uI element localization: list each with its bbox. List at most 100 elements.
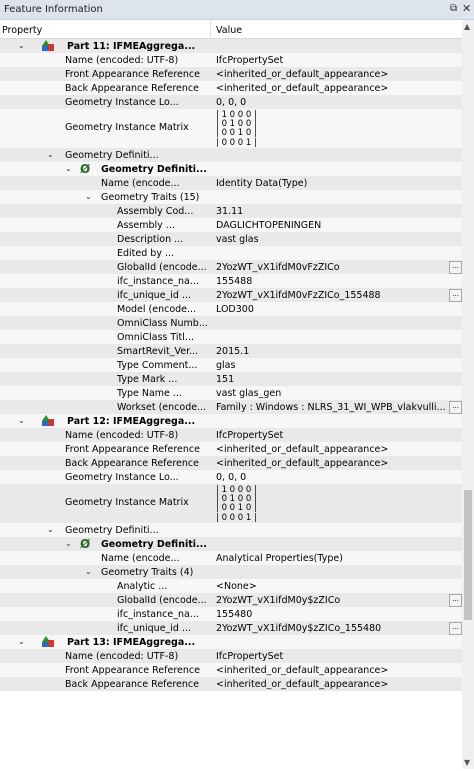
table-row[interactable]: GlobalId (encode... 2YozWT_vX1ifdM0vFzZIC… <box>0 260 462 274</box>
scroll-down-icon[interactable]: ▼ <box>464 758 470 767</box>
column-header: Property Value <box>0 20 462 39</box>
property-value: <inherited_or_default_appearance> <box>216 458 389 469</box>
property-value: IfcPropertySet <box>216 55 284 66</box>
property-value: Identity Data(Type) <box>216 178 308 189</box>
property-name: Geometry Instance Lo... <box>65 472 179 483</box>
table-row[interactable]: Analytic ... <None> <box>0 579 462 593</box>
property-name: Assembly ... <box>117 220 175 231</box>
property-value: 0, 0, 0 <box>216 97 247 108</box>
property-name: Geometry Definiti... <box>65 150 159 161</box>
property-tree: ⌄ Part 11: IFMEAggrega... Name (encoded: U… <box>0 39 462 769</box>
table-row[interactable]: ⌄ Ø Geometry Definiti... <box>0 537 462 551</box>
property-name: Name (encoded: UTF-8) <box>65 55 179 66</box>
table-row[interactable]: Name (encode... Identity Data(Type) <box>0 176 462 190</box>
close-icon[interactable]: ✕ <box>462 2 471 15</box>
table-row[interactable]: Back Appearance Reference <inherited_or_d… <box>0 81 462 95</box>
table-row[interactable]: Edited by ... <box>0 246 462 260</box>
expand-value-button[interactable]: ... <box>449 622 462 635</box>
table-row[interactable]: Name (encoded: UTF-8) IfcPropertySet <box>0 428 462 442</box>
fme-feature-icon <box>42 40 54 51</box>
table-row[interactable]: Front Appearance Reference <inherited_or_… <box>0 67 462 81</box>
table-row[interactable]: Type Comment... glas <box>0 358 462 372</box>
vertical-scrollbar[interactable]: ▲ ▼ <box>462 20 474 769</box>
property-value: <inherited_or_default_appearance> <box>216 69 389 80</box>
chevron-down-icon[interactable]: ⌄ <box>18 41 25 50</box>
expand-value-button[interactable]: ... <box>449 261 462 274</box>
fme-feature-icon <box>42 415 54 426</box>
table-row[interactable]: Front Appearance Reference <inherited_or_… <box>0 663 462 677</box>
table-row[interactable]: ⌄ Geometry Traits (15) <box>0 190 462 204</box>
property-value: 0, 0, 0 <box>216 472 247 483</box>
column-header-property[interactable]: Property <box>2 25 42 36</box>
table-row[interactable]: Type Mark ... 151 <box>0 372 462 386</box>
table-row[interactable]: Front Appearance Reference <inherited_or_… <box>0 442 462 456</box>
property-name: Type Comment... <box>117 360 198 371</box>
table-row[interactable]: Type Name ... vast glas_gen <box>0 386 462 400</box>
property-value: <inherited_or_default_appearance> <box>216 665 389 676</box>
chevron-down-icon[interactable]: ⌄ <box>65 539 72 548</box>
table-row[interactable]: ⌄ Geometry Definiti... <box>0 148 462 162</box>
table-row[interactable]: Geometry Instance Lo... 0, 0, 0 <box>0 470 462 484</box>
property-name: Geometry Definiti... <box>65 525 159 536</box>
property-value: | 1 0 0 0 | | 0 1 0 0 | | 0 0 1 0 | | 0 … <box>216 485 257 523</box>
property-name: Name (encode... <box>101 178 180 189</box>
float-panel-icon[interactable]: ⧉ <box>450 3 457 14</box>
property-name: Part 12: IFMEAggrega... <box>67 416 196 427</box>
property-name: ifc_instance_na... <box>117 276 199 287</box>
scrollbar-thumb[interactable] <box>464 490 472 620</box>
column-divider[interactable] <box>210 20 211 38</box>
table-row[interactable]: ifc_unique_id ... 2YozWT_vX1ifdM0y$zZICo_… <box>0 621 462 635</box>
property-name: Edited by ... <box>117 248 175 259</box>
table-row[interactable]: ⌄ Ø Geometry Definiti... <box>0 162 462 176</box>
table-row[interactable]: Assembly ... DAGLICHTOPENINGEN <box>0 218 462 232</box>
property-name: GlobalId (encode... <box>117 595 207 606</box>
table-row[interactable]: OmniClass Numb... <box>0 316 462 330</box>
table-row[interactable]: Name (encoded: UTF-8) IfcPropertySet <box>0 649 462 663</box>
property-value: vast glas <box>216 234 259 245</box>
chevron-down-icon[interactable]: ⌄ <box>18 637 25 646</box>
property-name: Geometry Definiti... <box>101 164 207 175</box>
scroll-up-icon[interactable]: ▲ <box>464 22 470 31</box>
table-row[interactable]: Name (encode... Analytical Properties(Typ… <box>0 551 462 565</box>
table-row[interactable]: Back Appearance Reference <inherited_or_d… <box>0 677 462 691</box>
table-row[interactable]: Description ... vast glas <box>0 232 462 246</box>
tree-node-part[interactable]: ⌄ Part 13: IFMEAggrega... <box>0 635 462 649</box>
table-row[interactable]: OmniClass Titl... <box>0 330 462 344</box>
table-row[interactable]: ifc_instance_na... 155480 <box>0 607 462 621</box>
expand-value-button[interactable]: ... <box>449 289 462 302</box>
panel-titlebar: Feature Information ⧉ ✕ <box>0 0 474 20</box>
table-row[interactable]: SmartRevit_Ver... 2015.1 <box>0 344 462 358</box>
table-row[interactable]: Name (encoded: UTF-8) IfcPropertySet <box>0 53 462 67</box>
table-row[interactable]: Workset (encode... Family : Windows : NLR… <box>0 400 462 414</box>
table-row[interactable]: ifc_instance_na... 155488 <box>0 274 462 288</box>
table-row[interactable]: ifc_unique_id ... 2YozWT_vX1ifdM0vFzZICo_… <box>0 288 462 302</box>
chevron-down-icon[interactable]: ⌄ <box>65 164 72 173</box>
chevron-down-icon[interactable]: ⌄ <box>47 150 54 159</box>
table-row[interactable]: Geometry Instance Matrix | 1 0 0 0 | | 0 … <box>0 109 462 148</box>
table-row[interactable]: GlobalId (encode... 2YozWT_vX1ifdM0y$zZIC… <box>0 593 462 607</box>
tree-node-part[interactable]: ⌄ Part 11: IFMEAggrega... <box>0 39 462 53</box>
table-row[interactable]: Back Appearance Reference <inherited_or_d… <box>0 456 462 470</box>
table-row[interactable]: Assembly Cod... 31.11 <box>0 204 462 218</box>
property-name: Geometry Definiti... <box>101 539 207 550</box>
property-value: 155480 <box>216 609 253 620</box>
column-header-value[interactable]: Value <box>216 25 242 36</box>
property-name: Geometry Traits (15) <box>101 192 200 203</box>
chevron-down-icon[interactable]: ⌄ <box>85 192 92 201</box>
table-row[interactable]: ⌄ Geometry Definiti... <box>0 523 462 537</box>
tree-node-part[interactable]: ⌄ Part 12: IFMEAggrega... <box>0 414 462 428</box>
table-row[interactable]: ⌄ Geometry Traits (4) <box>0 565 462 579</box>
chevron-down-icon[interactable]: ⌄ <box>85 567 92 576</box>
property-value: LOD300 <box>216 304 254 315</box>
table-row[interactable]: Model (encode... LOD300 <box>0 302 462 316</box>
chevron-down-icon[interactable]: ⌄ <box>47 525 54 534</box>
expand-value-button[interactable]: ... <box>449 401 462 414</box>
property-value: IfcPropertySet <box>216 651 284 662</box>
property-value: 2YozWT_vX1ifdM0vFzZICo_155488 <box>216 290 381 301</box>
table-row[interactable]: Geometry Instance Matrix | 1 0 0 0 | | 0 … <box>0 484 462 523</box>
expand-value-button[interactable]: ... <box>449 594 462 607</box>
null-geometry-icon: Ø <box>80 537 91 551</box>
table-row[interactable]: Geometry Instance Lo... 0, 0, 0 <box>0 95 462 109</box>
chevron-down-icon[interactable]: ⌄ <box>18 416 25 425</box>
property-value: glas <box>216 360 236 371</box>
